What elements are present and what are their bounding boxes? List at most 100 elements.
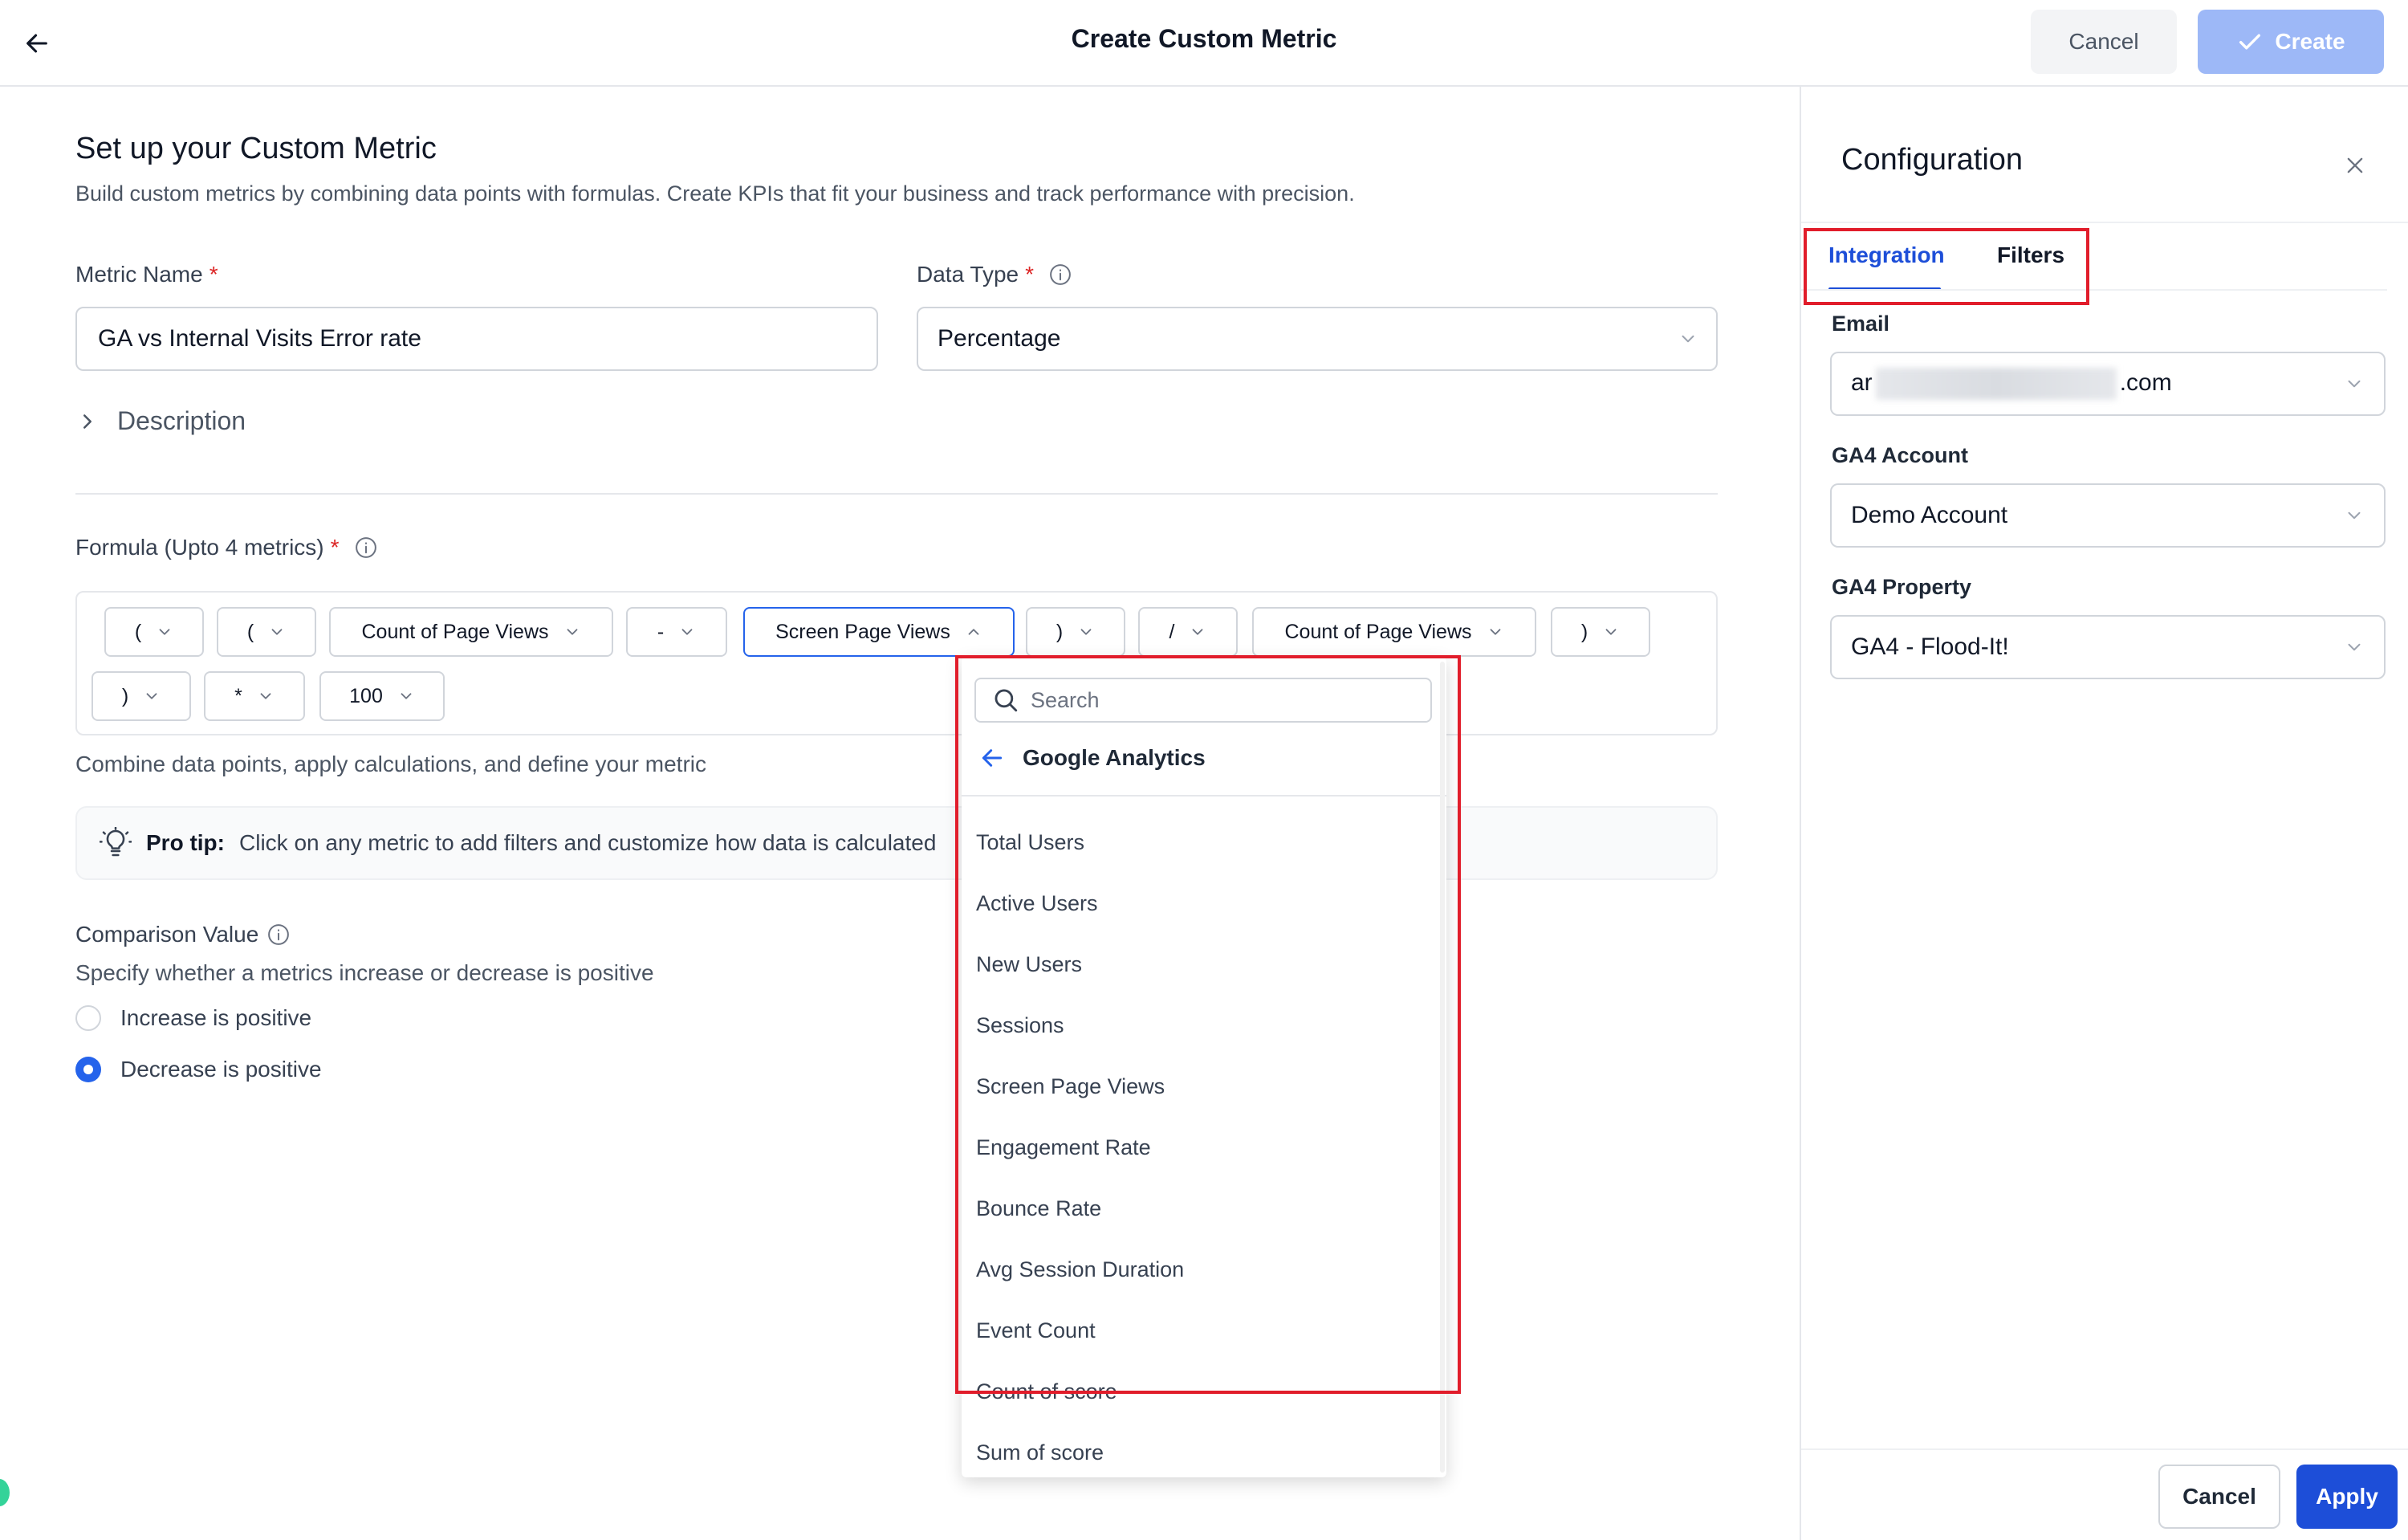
chevron-down-icon [1080,629,1092,635]
radio-decrease-positive[interactable]: Decrease is positive [75,1057,322,1082]
dropdown-search-input[interactable] [1031,687,1400,713]
tab-filters[interactable]: Filters [1997,242,2064,268]
chevron-down-icon [260,693,271,699]
chevron-down-icon [159,629,170,635]
close-icon [2347,157,2363,173]
main-form: Set up your Custom Metric Build custom m… [75,87,1718,1540]
chevron-down-icon [2348,511,2361,519]
chevron-down-icon [401,693,412,699]
formula-token[interactable]: Count of Page Views [1252,607,1536,657]
formula-help-text: Combine data points, apply calculations,… [75,752,706,776]
footer-divider [1801,1448,2408,1450]
check-icon [2239,34,2261,50]
setup-subtitle: Build custom metrics by combining data p… [75,181,1355,206]
search-icon [995,689,1018,712]
metric-name-label: Metric Name * [75,262,218,287]
dropdown-item[interactable]: Engagement Rate [976,1135,1151,1160]
dropdown-search[interactable] [974,678,1432,723]
tabs-divider [1801,289,2387,291]
formula-token[interactable]: ) [1026,607,1125,657]
radio-increase-positive[interactable]: Increase is positive [75,1005,311,1031]
chevron-down-icon [681,629,693,635]
pro-tip-label: Pro tip: [146,830,225,855]
chevron-down-icon [1605,629,1617,635]
formula-token[interactable]: - [626,607,727,657]
apply-button[interactable]: Apply [2296,1465,2398,1529]
formula-token[interactable]: * [204,671,305,721]
ga4-property-select[interactable]: GA4 - Flood-It! [1830,615,2386,679]
required-mark: * [1025,262,1035,287]
formula-token[interactable]: ) [1551,607,1650,657]
pro-tip-banner: Pro tip: Click on any metric to add filt… [75,806,1718,880]
setup-title: Set up your Custom Metric [75,132,437,165]
description-toggle[interactable]: Description [75,406,246,436]
dropdown-item[interactable]: Total Users [976,830,1084,855]
ga4-property-value: GA4 - Flood-It! [1851,634,2009,660]
dropdown-item[interactable]: Sessions [976,1013,1064,1038]
formula-token-active[interactable]: Screen Page Views [743,607,1015,657]
config-cancel-button[interactable]: Cancel [2158,1465,2280,1529]
ga4-property-label: GA4 Property [1832,575,1972,599]
dropdown-item[interactable]: Screen Page Views [976,1074,1165,1099]
metric-name-input[interactable] [75,307,878,371]
status-indicator[interactable] [0,1479,10,1506]
info-icon[interactable] [266,923,291,947]
configuration-panel: Configuration Integration Filters Email … [1800,87,2408,1540]
chevron-right-icon [83,414,92,429]
email-select[interactable]: ar .com [1830,352,2386,416]
info-icon[interactable] [354,536,378,560]
dropdown-back-source[interactable]: Google Analytics [979,745,1206,771]
chevron-down-icon [1682,335,1694,343]
dropdown-item[interactable]: Active Users [976,891,1098,916]
dropdown-scrollbar[interactable] [1440,662,1445,1473]
top-bar: Create Custom Metric Cancel Create [0,0,2408,87]
dropdown-divider [962,795,1446,796]
dropdown-item[interactable]: Event Count [976,1318,1096,1343]
redacted-email [1875,368,2117,400]
arrow-left-icon [26,34,47,53]
close-button[interactable] [2341,151,2369,180]
data-type-label: Data Type * [917,262,1072,287]
formula-token[interactable]: 100 [319,671,445,721]
chevron-down-icon [2348,643,2361,651]
ga4-account-label: GA4 Account [1832,443,1969,467]
chevron-down-icon [2348,380,2361,388]
comparison-label: Comparison Value [75,922,291,947]
formula-token[interactable]: ( [217,607,316,657]
ga4-account-value: Demo Account [1851,502,2008,528]
cancel-button[interactable]: Cancel [2031,10,2177,74]
back-button[interactable] [16,22,58,64]
data-type-select[interactable]: Percentage [917,307,1718,371]
chevron-down-icon [146,693,157,699]
formula-token[interactable]: Count of Page Views [329,607,613,657]
dropdown-item[interactable]: Bounce Rate [976,1196,1101,1221]
dropdown-item[interactable]: New Users [976,952,1082,977]
ga4-account-select[interactable]: Demo Account [1830,483,2386,548]
info-icon[interactable] [1048,263,1072,287]
dropdown-item[interactable]: Avg Session Duration [976,1257,1184,1282]
dropdown-item[interactable]: Sum of score [976,1440,1104,1465]
arrow-left-icon [982,749,1003,767]
data-type-value: Percentage [938,325,1061,352]
formula-token[interactable]: / [1138,607,1238,657]
radio-label: Decrease is positive [120,1057,322,1082]
radio-button[interactable] [75,1005,101,1031]
create-button-label: Create [2275,29,2345,54]
dropdown-item[interactable]: Count of score [976,1379,1117,1404]
email-value: ar .com [1851,368,2172,400]
pro-tip-text: Click on any metric to add filters and c… [239,830,937,855]
chevron-up-icon [968,629,979,635]
chevron-down-icon [567,629,577,635]
formula-token[interactable]: ( [104,607,204,657]
create-button[interactable]: Create [2198,10,2384,74]
radio-button-checked[interactable] [75,1057,101,1082]
configuration-divider [1801,222,2408,223]
required-mark: * [330,535,340,560]
required-mark: * [209,262,218,287]
formula-builder: ( ( Count of Page Views - Screen Page Vi… [75,591,1718,735]
formula-token[interactable]: ) [92,671,191,721]
chevron-down-icon [1490,629,1500,635]
chevron-down-icon [271,629,283,635]
tab-integration[interactable]: Integration [1828,242,1945,268]
comparison-subtitle: Specify whether a metrics increase or de… [75,960,654,985]
